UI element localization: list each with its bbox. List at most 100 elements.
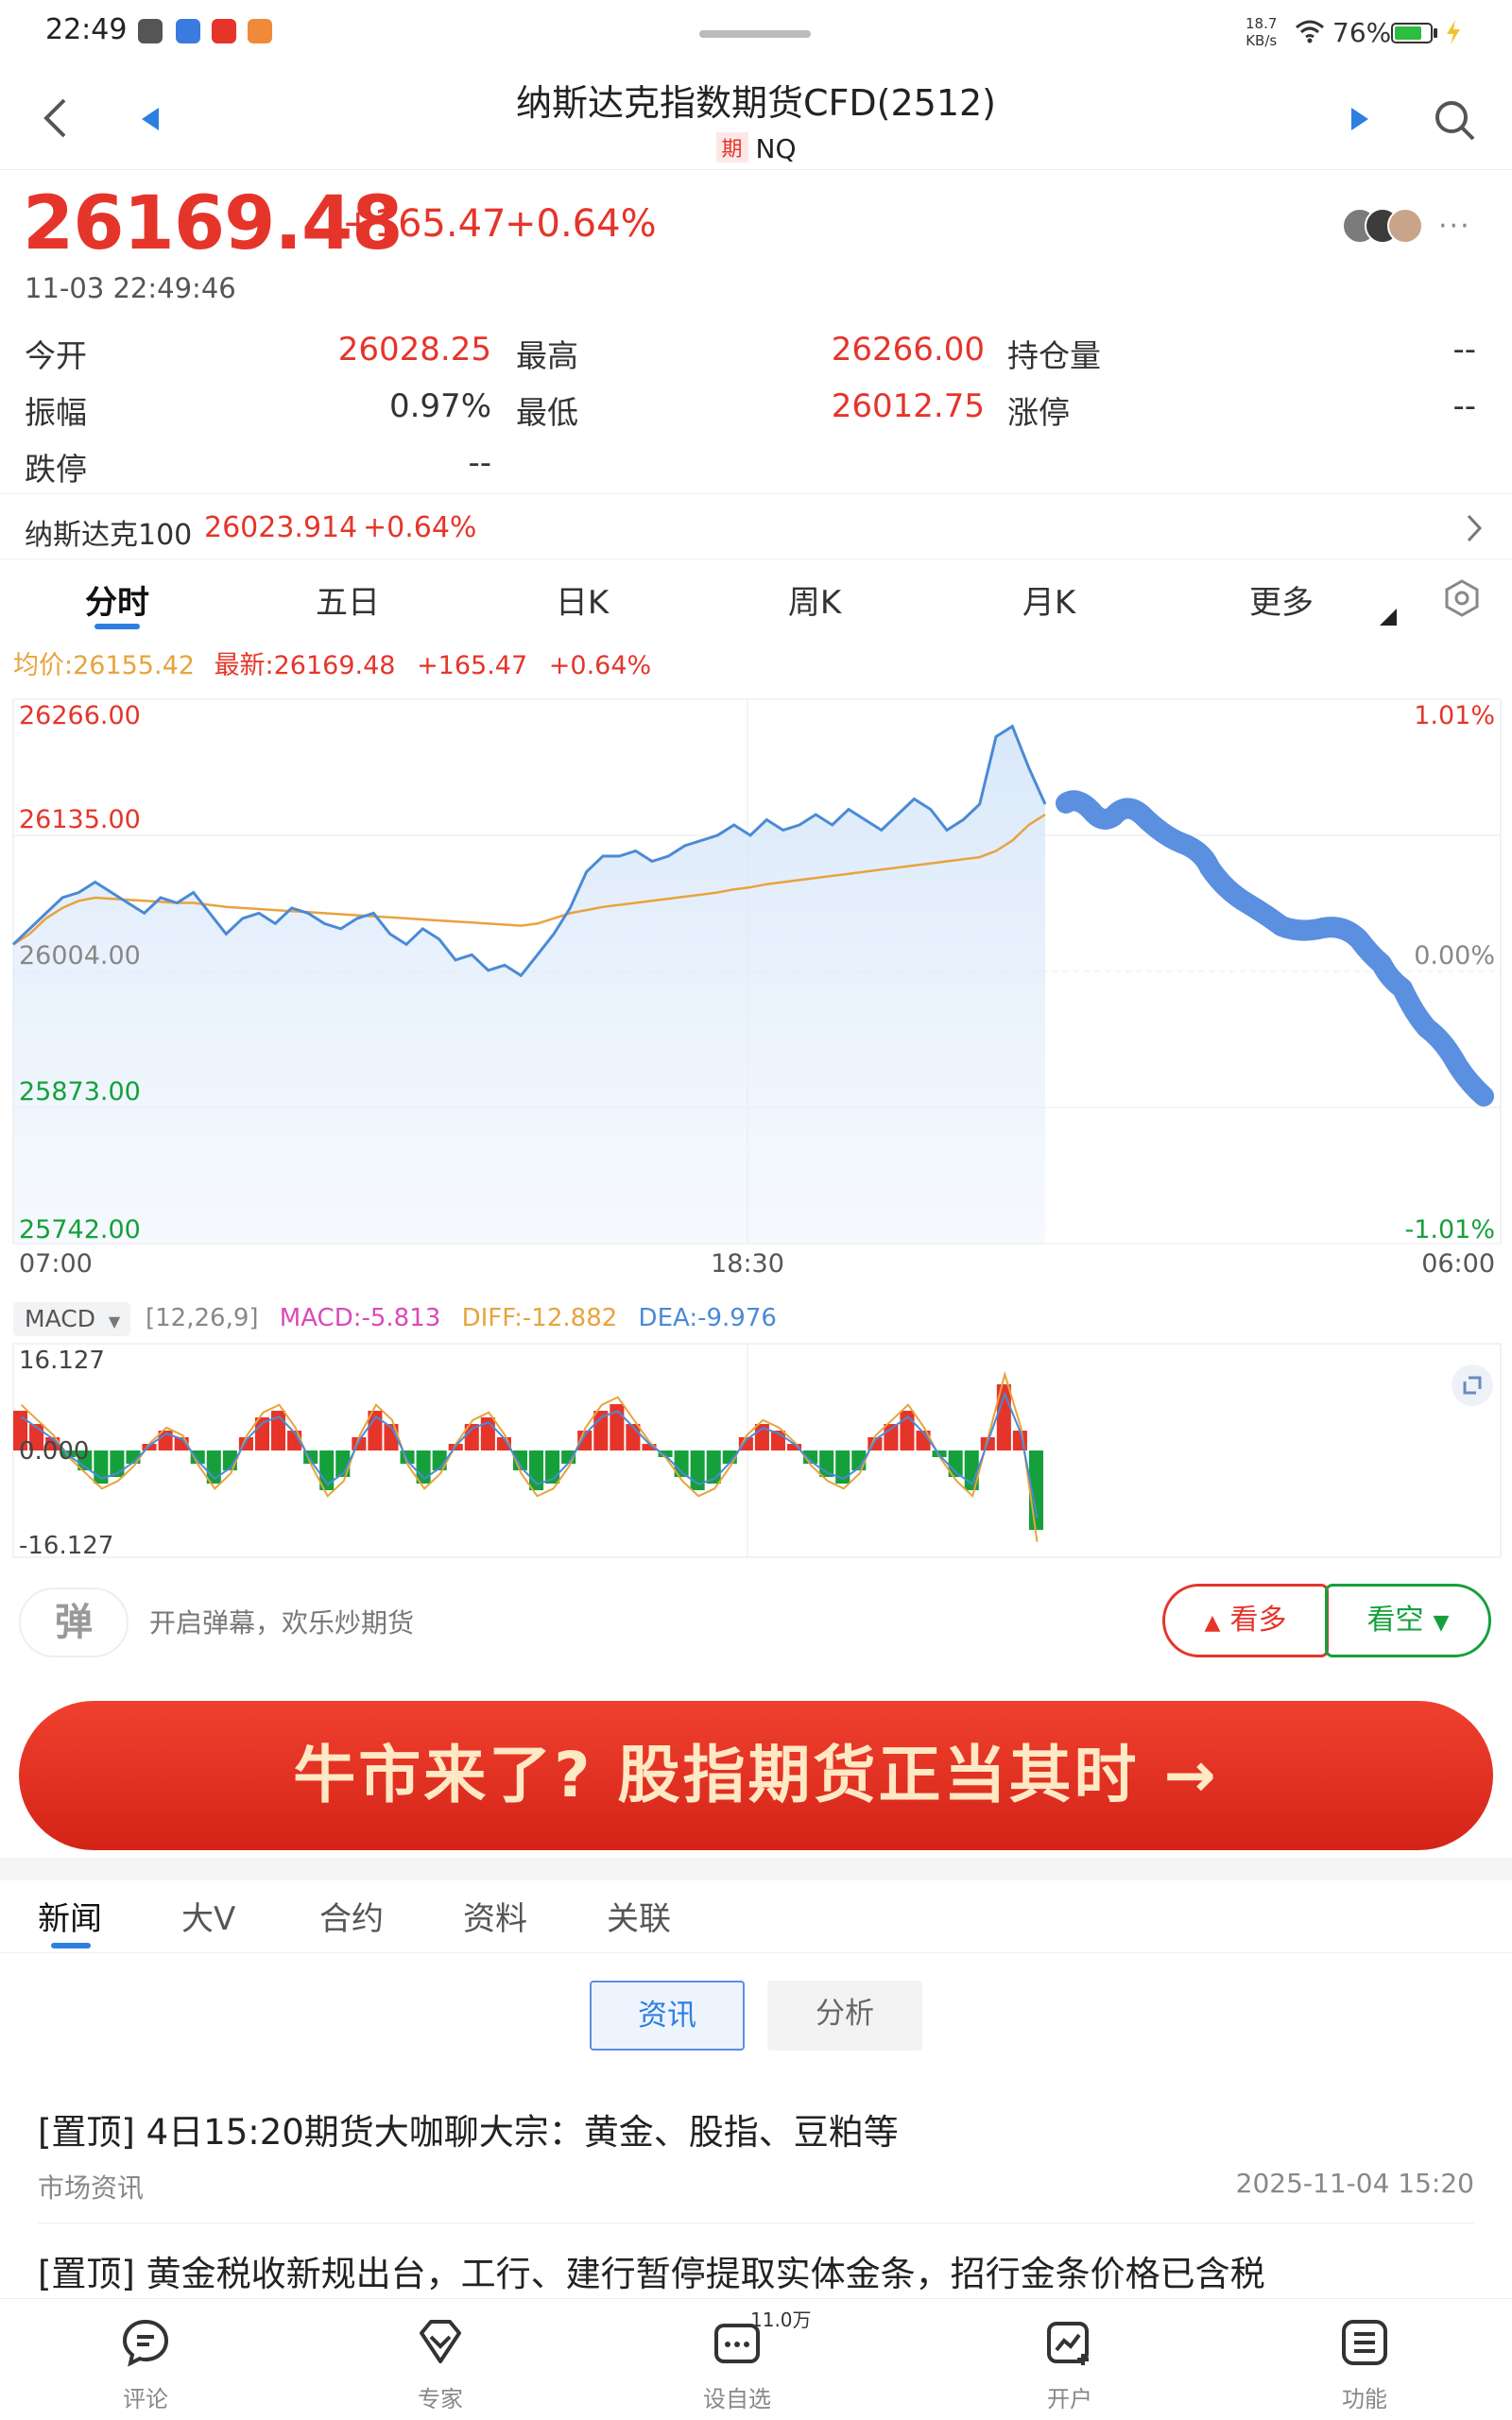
index-name: 纳斯达克100: [25, 519, 193, 552]
battery-tip: [1434, 28, 1437, 38]
tab-monthly-k[interactable]: 月K: [964, 576, 1134, 623]
macd-y-tick-label: -16.127: [19, 1532, 113, 1560]
contract-symbol: NQ: [755, 133, 797, 164]
limit-down-label: 跌停: [25, 451, 87, 488]
y-tick-label-left: 25873.00: [19, 1077, 141, 1107]
open-interest-value: --: [1452, 331, 1476, 369]
macd-y-tick-label: 0.000: [19, 1437, 89, 1466]
nav-label: 功能: [1342, 2386, 1387, 2412]
quote-header: 纳斯达克指数期货CFD(2512) 期 NQ: [0, 66, 1512, 170]
y-tick-label-right: -1.01%: [1404, 1215, 1495, 1244]
underlying-index-row[interactable]: 纳斯达克100 26023.914 +0.64%: [0, 493, 1512, 559]
expert-icon: [420, 2320, 461, 2363]
bearish-label: 看空: [1366, 1604, 1424, 1637]
status-time: 22:49: [45, 13, 128, 46]
nav-expert[interactable]: 专家: [346, 2299, 535, 2420]
macd-chart[interactable]: 16.127 0.000 -16.127: [0, 1340, 1512, 1561]
next-contract-icon[interactable]: [1348, 106, 1370, 132]
y-tick-label-left: 26135.00: [19, 805, 141, 834]
battery-level: 76%: [1332, 17, 1392, 48]
drawn-annotation: [1056, 790, 1494, 1107]
amplitude-value: 0.97%: [388, 387, 491, 425]
search-icon[interactable]: [1433, 98, 1476, 142]
nav-label: 评论: [123, 2386, 168, 2412]
x-tick-label: 07:00: [19, 1249, 93, 1279]
macd-y-tick-label: 16.127: [19, 1347, 105, 1375]
promo-banner[interactable]: 牛市来了? 股指期货正当其时 →: [19, 1701, 1493, 1850]
diff-value: DIFF:-12.882: [461, 1304, 618, 1332]
news-item-title[interactable]: [置顶] 4日15:20期货大咖聊大宗：黄金、股指、豆粕等: [38, 2103, 899, 2154]
limit-down-value: --: [468, 444, 491, 482]
nav-label: 开户: [1047, 2386, 1092, 2412]
menu-icon: [1342, 2320, 1387, 2365]
status-bar: 22:49 18.7 KB/s 76%: [0, 0, 1512, 66]
limit-up-label: 涨停: [1007, 394, 1070, 431]
bottom-nav: 评论 专家 11.0万 设自选 开户 功能: [0, 2298, 1512, 2419]
macd-selector[interactable]: MACD ▼: [13, 1302, 130, 1336]
bearish-button[interactable]: 看空 ▼: [1325, 1584, 1491, 1657]
index-change-pct: +0.64%: [363, 511, 477, 544]
macd-indicator-name: MACD: [25, 1305, 95, 1332]
subtab-info[interactable]: 资讯: [590, 1981, 745, 2051]
low-label: 最低: [516, 394, 578, 431]
news-item-source: 市场资讯: [38, 2172, 145, 2204]
chart-settings-icon[interactable]: [1442, 578, 1482, 618]
high-label: 最高: [516, 337, 578, 374]
news-item-time: 2025-11-04 15:20: [1235, 2168, 1474, 2199]
danmu-prompt[interactable]: 开启弹幕，欢乐炒期货: [149, 1603, 414, 1640]
low-value: 26012.75: [831, 387, 985, 425]
tab-news[interactable]: 新闻: [38, 1893, 102, 1939]
app-notification-icon: [138, 19, 163, 43]
bullish-label: 看多: [1229, 1604, 1287, 1637]
tab-bigv[interactable]: 大V: [181, 1893, 235, 1939]
tab-five-day[interactable]: 五日: [263, 576, 433, 623]
subtab-analysis[interactable]: 分析: [767, 1981, 922, 2051]
open-label: 今开: [25, 337, 87, 374]
app-notification-icon: [176, 19, 200, 43]
tab-contract[interactable]: 合约: [319, 1893, 384, 1939]
quote-timestamp: 11-03 22:49:46: [25, 272, 236, 304]
y-tick-label-right: 1.01%: [1414, 701, 1495, 730]
futures-tag: 期: [715, 132, 748, 163]
tab-underline: [94, 624, 140, 629]
charging-icon: [1447, 20, 1460, 44]
open-value: 26028.25: [337, 331, 491, 369]
comment-icon: [122, 2319, 169, 2367]
app-notification-icon: [248, 19, 272, 43]
y-tick-label-left: 26004.00: [19, 941, 141, 970]
section-divider: [0, 1858, 1512, 1880]
more-icon[interactable]: ···: [1438, 210, 1471, 243]
dropdown-corner-icon: [1380, 609, 1397, 626]
price-area: [13, 726, 1045, 1244]
net-speed-value: 18.7: [1246, 15, 1278, 32]
news-tab-underline: [51, 1943, 91, 1948]
tab-profile[interactable]: 资料: [463, 1893, 527, 1939]
tab-daily-k[interactable]: 日K: [497, 576, 667, 623]
danmu-toggle-button[interactable]: 弹: [19, 1588, 129, 1657]
nav-watchlist[interactable]: 11.0万 设自选: [643, 2299, 832, 2420]
contract-code: 期 NQ: [0, 132, 1512, 164]
high-value: 26266.00: [831, 331, 985, 369]
nav-open-account[interactable]: 开户: [975, 2299, 1164, 2420]
nav-comment[interactable]: 评论: [51, 2299, 240, 2420]
avatar: [1387, 208, 1423, 244]
y-tick-label-left: 26266.00: [19, 701, 141, 730]
window-handle[interactable]: [699, 30, 811, 38]
tab-weekly-k[interactable]: 周K: [730, 576, 900, 623]
down-arrow-icon: ▼: [1433, 1611, 1450, 1635]
tab-intraday[interactable]: 分时: [32, 576, 202, 623]
macd-legend: [12,26,9] MACD:-5.813 DIFF:-12.882 DEA:-…: [146, 1304, 777, 1332]
follower-avatars[interactable]: [1342, 208, 1433, 246]
open-interest-label: 持仓量: [1007, 337, 1101, 374]
nav-functions[interactable]: 功能: [1270, 2299, 1459, 2420]
open-account-icon: [1047, 2322, 1089, 2365]
bullish-button[interactable]: ▲ 看多: [1162, 1584, 1329, 1657]
page-title: 纳斯达克指数期货CFD(2512): [515, 82, 996, 124]
price-change-pct: +0.64%: [505, 202, 657, 246]
fullscreen-icon[interactable]: [1450, 1363, 1495, 1408]
tab-more[interactable]: 更多: [1196, 576, 1366, 623]
tab-related[interactable]: 关联: [607, 1893, 671, 1939]
y-tick-label-left: 25742.00: [19, 1215, 141, 1244]
news-item-title[interactable]: [置顶] 黄金税收新规出台，工行、建行暂停提取实体金条，招行金条价格已含税: [38, 2245, 1265, 2296]
x-tick-label: 06:00: [1421, 1249, 1495, 1279]
